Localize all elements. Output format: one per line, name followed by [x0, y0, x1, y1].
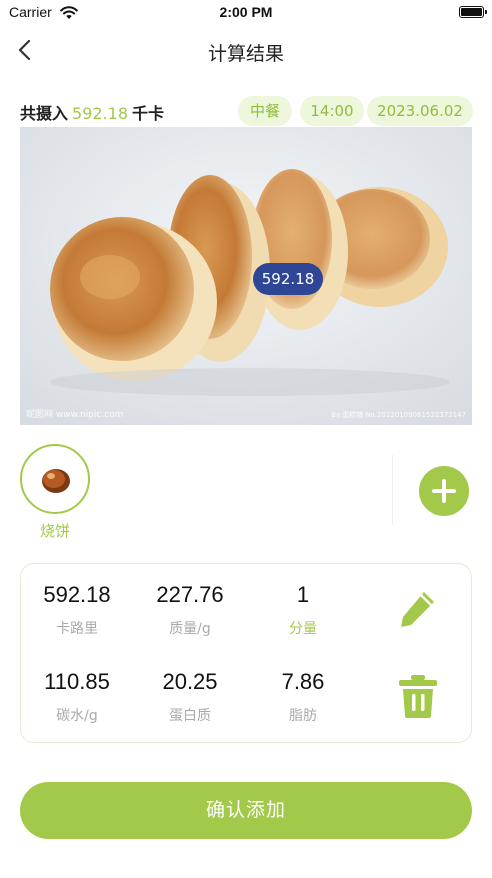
- meal-tag[interactable]: 中餐: [238, 96, 292, 126]
- divider: [392, 455, 393, 525]
- carbs-value: 110.85: [44, 669, 110, 694]
- date-tag[interactable]: 2023.06.02: [367, 96, 473, 126]
- shaobing-photo-image: 昵图网 www.nipic.com By:蛋糕铺 No.201201090815…: [20, 127, 472, 425]
- intake-summary-row: 共摄入 592.18 千卡 中餐 14:00 2023.06.02: [20, 96, 473, 126]
- add-food-button[interactable]: [419, 466, 469, 516]
- food-photo: 昵图网 www.nipic.com By:蛋糕铺 No.201201090815…: [20, 127, 472, 425]
- portion-label: 分量: [289, 621, 317, 637]
- shaobing-thumbnail-icon: [42, 469, 70, 493]
- time-tag[interactable]: 14:00: [300, 96, 364, 126]
- edit-button[interactable]: [394, 586, 442, 634]
- fat-label: 脂肪: [289, 708, 317, 724]
- delete-button[interactable]: [396, 672, 440, 720]
- carbs-stat: 110.85 碳水/g: [21, 669, 133, 725]
- navigation-bar: 计算结果: [0, 26, 492, 76]
- fat-stat: 7.86 脂肪: [247, 669, 359, 725]
- pencil-icon: [401, 592, 434, 627]
- carbs-label: 碳水/g: [56, 708, 98, 724]
- calorie-marker[interactable]: 592.18: [253, 263, 323, 295]
- intake-summary: 共摄入 592.18 千卡: [20, 100, 164, 124]
- status-time: 2:00 PM: [219, 4, 273, 20]
- weight-label: 质量/g: [169, 621, 211, 637]
- confirm-add-button[interactable]: 确认添加: [20, 782, 472, 839]
- weight-value: 227.76: [156, 582, 224, 607]
- watermark-left: 昵图网 www.nipic.com: [26, 409, 123, 420]
- intake-unit: 千卡: [132, 104, 165, 123]
- protein-label: 蛋白质: [169, 708, 211, 724]
- food-thumbnail: [20, 444, 90, 514]
- calories-stat: 592.18 卡路里: [21, 582, 133, 638]
- calories-label: 卡路里: [56, 621, 98, 637]
- intake-prefix: 共摄入: [20, 104, 69, 123]
- calories-value: 592.18: [43, 582, 111, 607]
- battery-icon: [459, 6, 487, 18]
- protein-stat: 20.25 蛋白质: [134, 669, 246, 725]
- protein-value: 20.25: [162, 669, 218, 694]
- page-title: 计算结果: [207, 43, 284, 65]
- portion-value: 1: [296, 582, 310, 607]
- nutrition-card: 592.18 卡路里 227.76 质量/g 1 分量 110.85 碳水/g …: [20, 563, 472, 743]
- status-bar: Carrier 2:00 PM: [0, 0, 492, 26]
- trash-icon: [399, 675, 437, 718]
- watermark-right: By:蛋糕铺 No.20120109081522372147: [331, 410, 466, 419]
- food-list-item[interactable]: 烧饼: [20, 444, 90, 541]
- portion-stat[interactable]: 1 分量: [247, 582, 359, 638]
- intake-value: 592.18: [72, 104, 128, 123]
- fat-value: 7.86: [281, 669, 325, 694]
- weight-stat: 227.76 质量/g: [134, 582, 246, 638]
- food-name: 烧饼: [39, 522, 70, 540]
